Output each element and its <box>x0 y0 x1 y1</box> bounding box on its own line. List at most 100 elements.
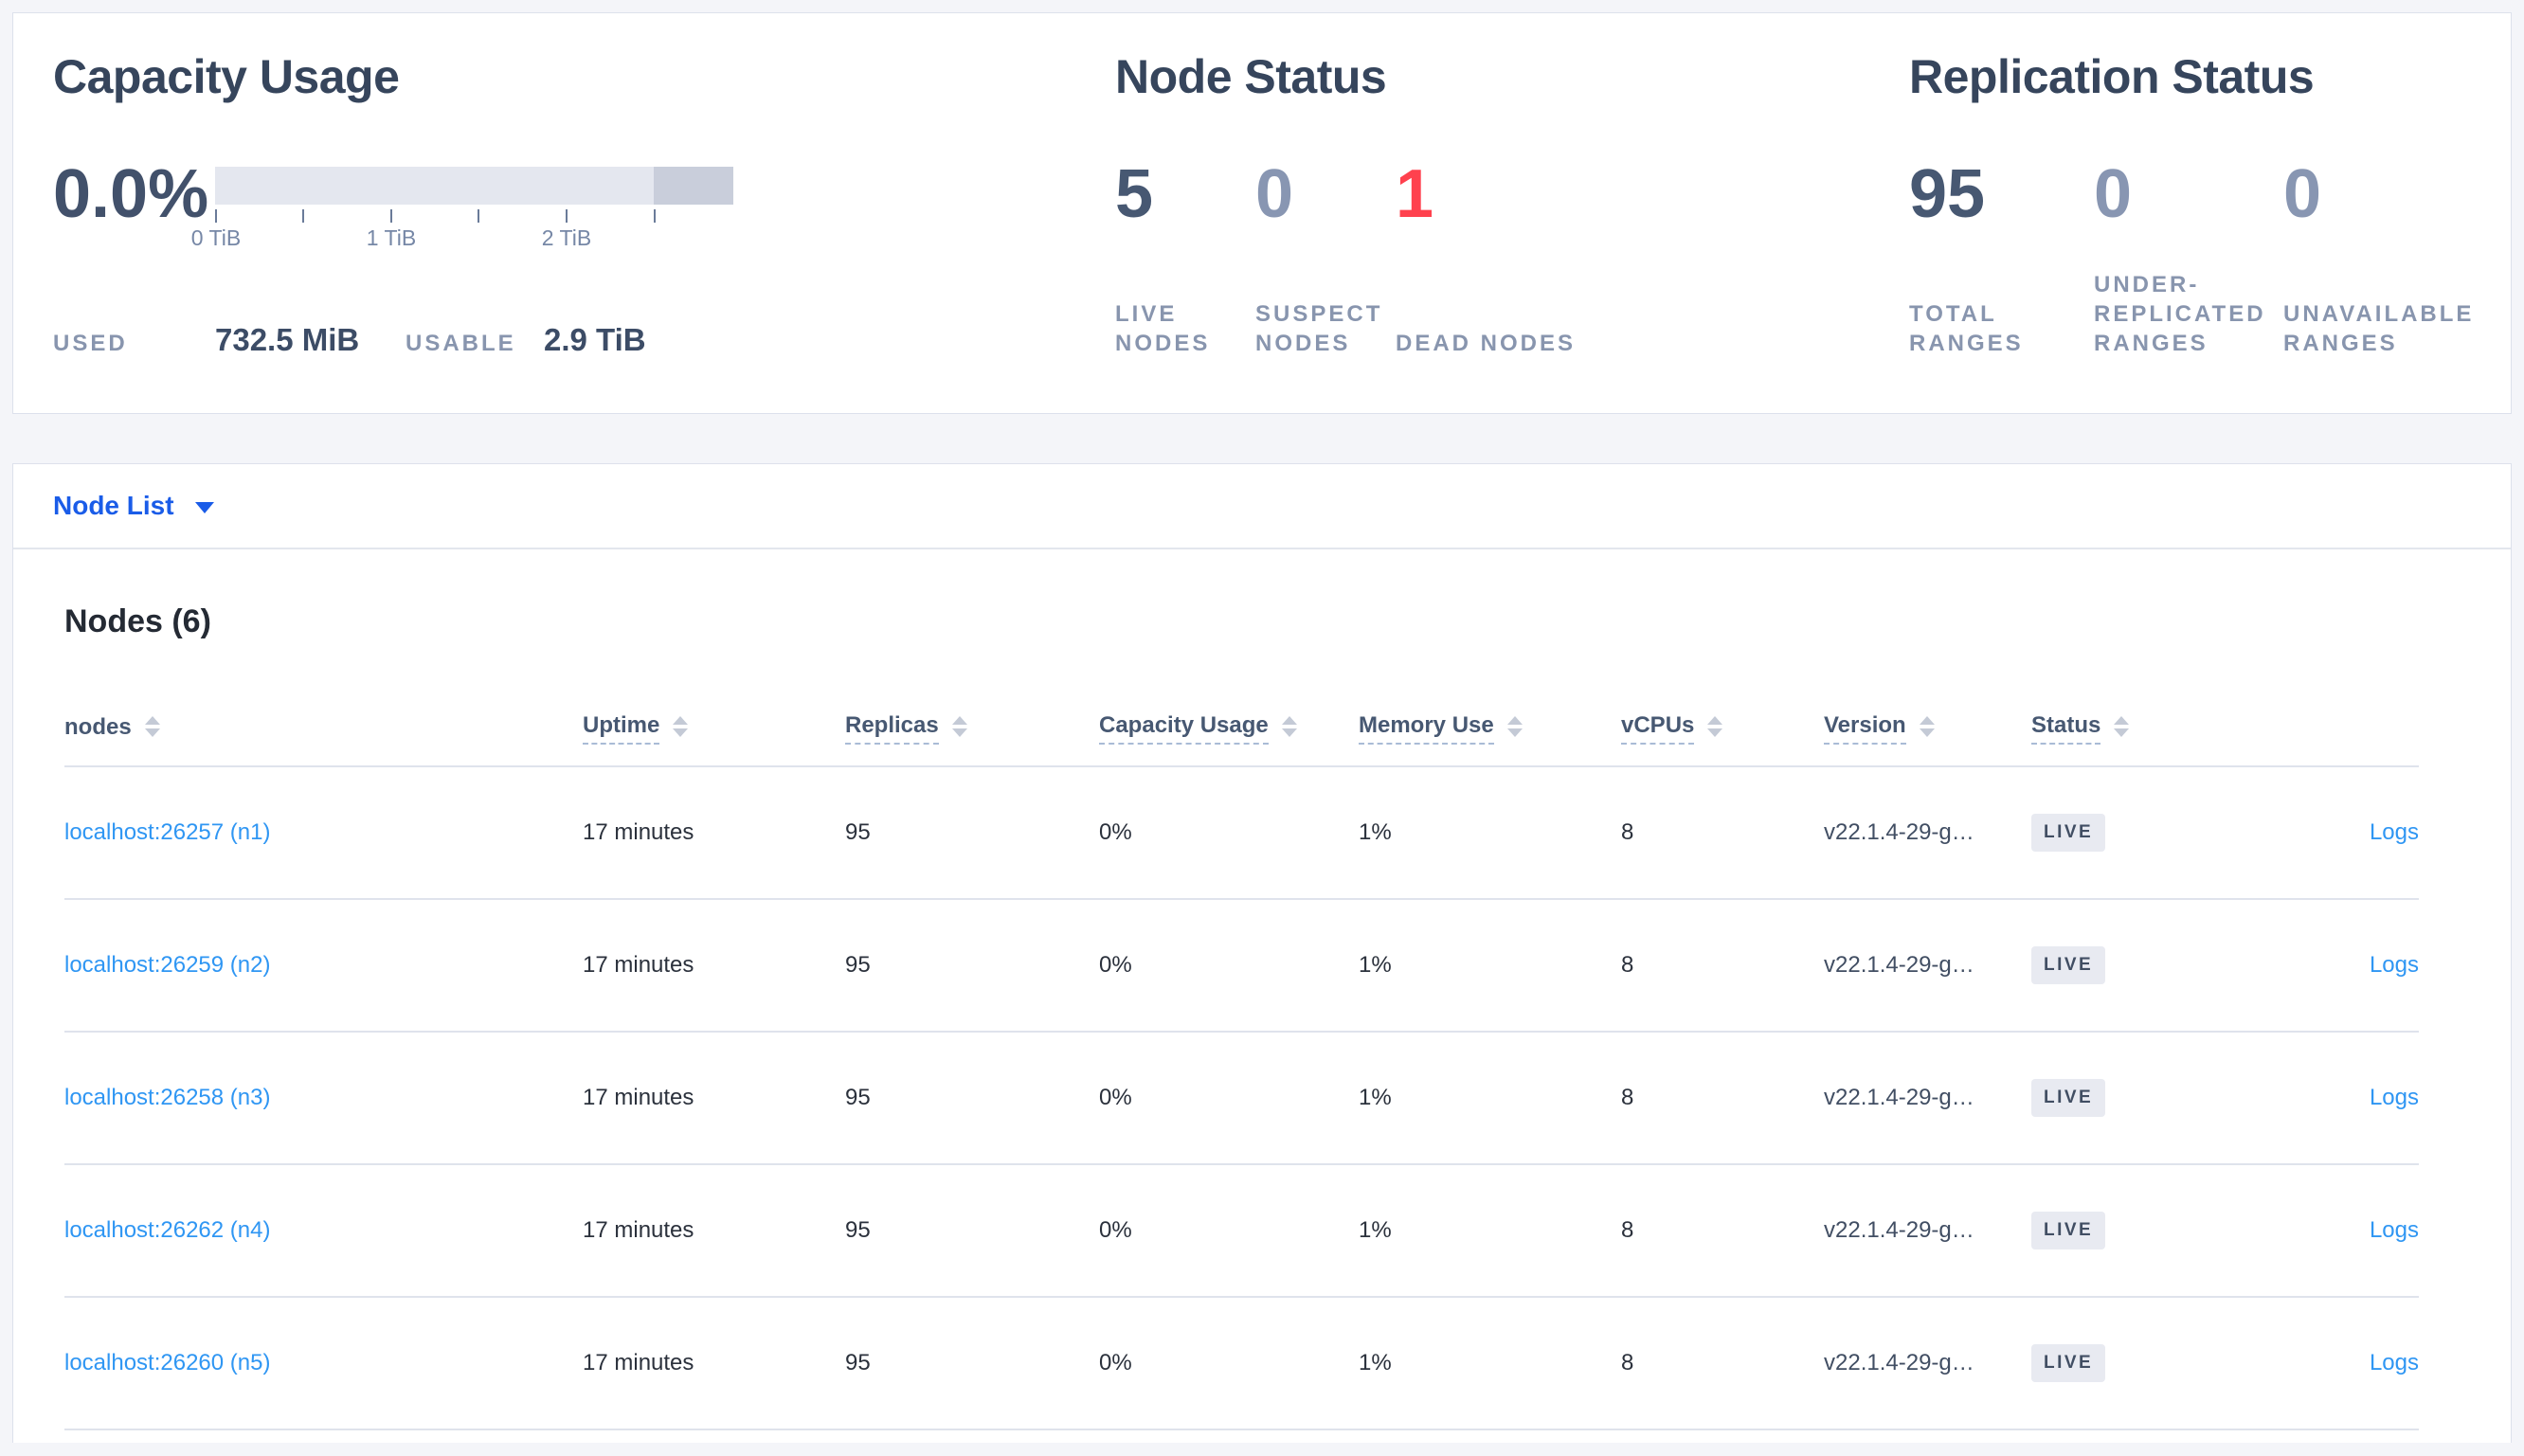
status-cell: LIVE <box>2031 1079 2240 1117</box>
sort-icon[interactable] <box>144 716 160 745</box>
column-header-capacity-usage[interactable]: Capacity Usage <box>1099 712 1359 745</box>
sort-icon[interactable] <box>1281 716 1297 745</box>
vcpus-cell: 8 <box>1621 952 1634 978</box>
capacity-usage-panel: Capacity Usage 0.0% 0 TiB 1 TiB 2 TiB USED… <box>53 53 1115 413</box>
sort-icon[interactable] <box>951 716 967 745</box>
memory-use-cell: 1% <box>1359 819 1392 845</box>
node-link[interactable]: localhost:26258 (n3) <box>64 1085 583 1111</box>
node-link[interactable]: localhost:26260 (n5) <box>64 1350 583 1376</box>
axis-tick <box>215 209 217 223</box>
capacity-bar-dark-segment <box>654 167 733 205</box>
logs-link[interactable]: Logs <box>2370 1217 2419 1243</box>
capacity-usage-cell: 0% <box>1099 1085 1132 1110</box>
column-header-nodes[interactable]: nodes <box>64 714 583 745</box>
logs-link[interactable]: Logs <box>2370 819 2419 845</box>
capacity-percent-value: 0.0% <box>53 156 209 232</box>
stat: 0 UNDER-REPLICATED RANGES <box>2094 160 2283 358</box>
status-badge: LIVE <box>2031 1344 2106 1382</box>
node-list-dropdown-bar: Node List <box>13 464 2511 549</box>
replicas-cell: 95 <box>845 1350 871 1375</box>
usable-value: 2.9 TiB <box>544 322 646 357</box>
stat-label: UNAVAILABLE RANGES <box>2283 301 2475 356</box>
used-label: USED <box>53 331 128 356</box>
uptime-cell: 17 minutes <box>583 1217 694 1243</box>
node-link[interactable]: localhost:26262 (n4) <box>64 1217 583 1244</box>
sort-icon[interactable] <box>1919 716 1935 745</box>
stat: 0 UNAVAILABLE RANGES <box>2283 160 2511 358</box>
capacity-footer: USED 732.5 MiB USABLE 2.9 TiB <box>53 322 1115 358</box>
stat-label: UNDER-REPLICATED RANGES <box>2094 272 2266 356</box>
nodes-table-header: nodes Uptime Replicas Capacity Usage Memory … <box>64 686 2419 767</box>
logs-link[interactable]: Logs <box>2370 952 2419 978</box>
capacity-usage-cell: 0% <box>1099 1217 1132 1243</box>
chevron-down-icon[interactable] <box>194 502 214 513</box>
stat-label: DEAD NODES <box>1396 331 1577 356</box>
version-cell: v22.1.4-29-g… <box>1824 1217 1974 1243</box>
sort-down-arrow-icon <box>144 728 160 737</box>
node-link[interactable]: localhost:26259 (n2) <box>64 952 583 979</box>
node-link[interactable]: localhost:26257 (n1) <box>64 819 583 846</box>
axis-tick <box>390 209 392 223</box>
column-header-label: Capacity Usage <box>1099 712 1269 745</box>
version-cell: v22.1.4-29-g… <box>1824 1350 1974 1375</box>
capacity-usage-cell: 0% <box>1099 819 1132 845</box>
stat-value: 0 <box>2283 156 2322 232</box>
column-header-label: vCPUs <box>1621 712 1695 745</box>
stat-label: LIVE NODES <box>1115 301 1211 356</box>
memory-use-cell: 1% <box>1359 1350 1392 1375</box>
axis-tick <box>478 209 479 223</box>
sort-down-arrow-icon <box>673 728 689 737</box>
status-cell: LIVE <box>2031 1344 2240 1382</box>
stat: 1 DEAD NODES <box>1396 160 1909 358</box>
version-cell: v22.1.4-29-g… <box>1824 819 1974 845</box>
axis-tick-label: 2 TiB <box>541 225 592 250</box>
logs-link[interactable]: Logs <box>2370 1350 2419 1375</box>
sort-icon[interactable] <box>1707 716 1723 745</box>
vcpus-cell: 8 <box>1621 819 1634 845</box>
sort-down-arrow-icon <box>951 728 967 737</box>
replicas-cell: 95 <box>845 952 871 978</box>
sort-icon[interactable] <box>1506 716 1523 745</box>
nodes-table-body: localhost:26257 (n1) 17 minutes 95 0% 1% 8 v22… <box>64 767 2419 1430</box>
node-list-dropdown[interactable]: Node List <box>53 491 174 521</box>
logs-cell: Logs <box>2240 819 2419 846</box>
sort-up-arrow-icon <box>673 716 689 725</box>
sort-up-arrow-icon <box>2114 716 2130 725</box>
axis-tick-label: 0 TiB <box>190 225 242 250</box>
vcpus-cell: 8 <box>1621 1217 1634 1243</box>
logs-cell: Logs <box>2240 1350 2419 1376</box>
column-header-label: nodes <box>64 714 132 740</box>
column-header-status[interactable]: Status <box>2031 712 2240 745</box>
column-header-vcpus[interactable]: vCPUs <box>1621 712 1824 745</box>
logs-cell: Logs <box>2240 1085 2419 1111</box>
column-header-replicas[interactable]: Replicas <box>845 712 1099 745</box>
stat: 0 SUSPECT NODES <box>1255 160 1396 358</box>
logs-link[interactable]: Logs <box>2370 1085 2419 1110</box>
stat-value: 95 <box>1909 156 1986 232</box>
table-row: localhost:26257 (n1) 17 minutes 95 0% 1% 8 v22… <box>64 767 2419 900</box>
replication-status-panel: Replication Status 95 TOTAL RANGES 0 UNDER-… <box>1909 53 2511 413</box>
column-header-uptime[interactable]: Uptime <box>583 712 845 745</box>
stat-value: 5 <box>1115 156 1154 232</box>
column-header-memory-use[interactable]: Memory Use <box>1359 712 1621 745</box>
sort-icon[interactable] <box>673 716 689 745</box>
stat-value: 0 <box>2094 156 2133 232</box>
sort-icon[interactable] <box>2114 716 2130 745</box>
sort-up-arrow-icon <box>951 716 967 725</box>
stat-label: SUSPECT NODES <box>1255 301 1383 356</box>
nodes-table-section: Nodes (6) nodes Uptime Replicas Capacity Us… <box>13 602 2511 1430</box>
table-row: localhost:26260 (n5) 17 minutes 95 0% 1% 8 v22… <box>64 1298 2419 1430</box>
sort-up-arrow-icon <box>1919 716 1935 725</box>
capacity-usage-bar: 0 TiB 1 TiB 2 TiB <box>191 167 733 250</box>
column-header-version[interactable]: Version <box>1824 712 2031 745</box>
table-row: localhost:26259 (n2) 17 minutes 95 0% 1% 8 v22… <box>64 900 2419 1033</box>
nodes-section-title: Nodes (6) <box>64 603 211 639</box>
uptime-cell: 17 minutes <box>583 1085 694 1110</box>
status-badge: LIVE <box>2031 814 2106 852</box>
axis-tick <box>566 209 568 223</box>
sort-up-arrow-icon <box>1506 716 1523 725</box>
status-badge: LIVE <box>2031 1079 2106 1117</box>
axis-tick-label: 1 TiB <box>366 225 417 250</box>
column-header-label: Version <box>1824 712 1906 745</box>
logs-cell: Logs <box>2240 952 2419 979</box>
